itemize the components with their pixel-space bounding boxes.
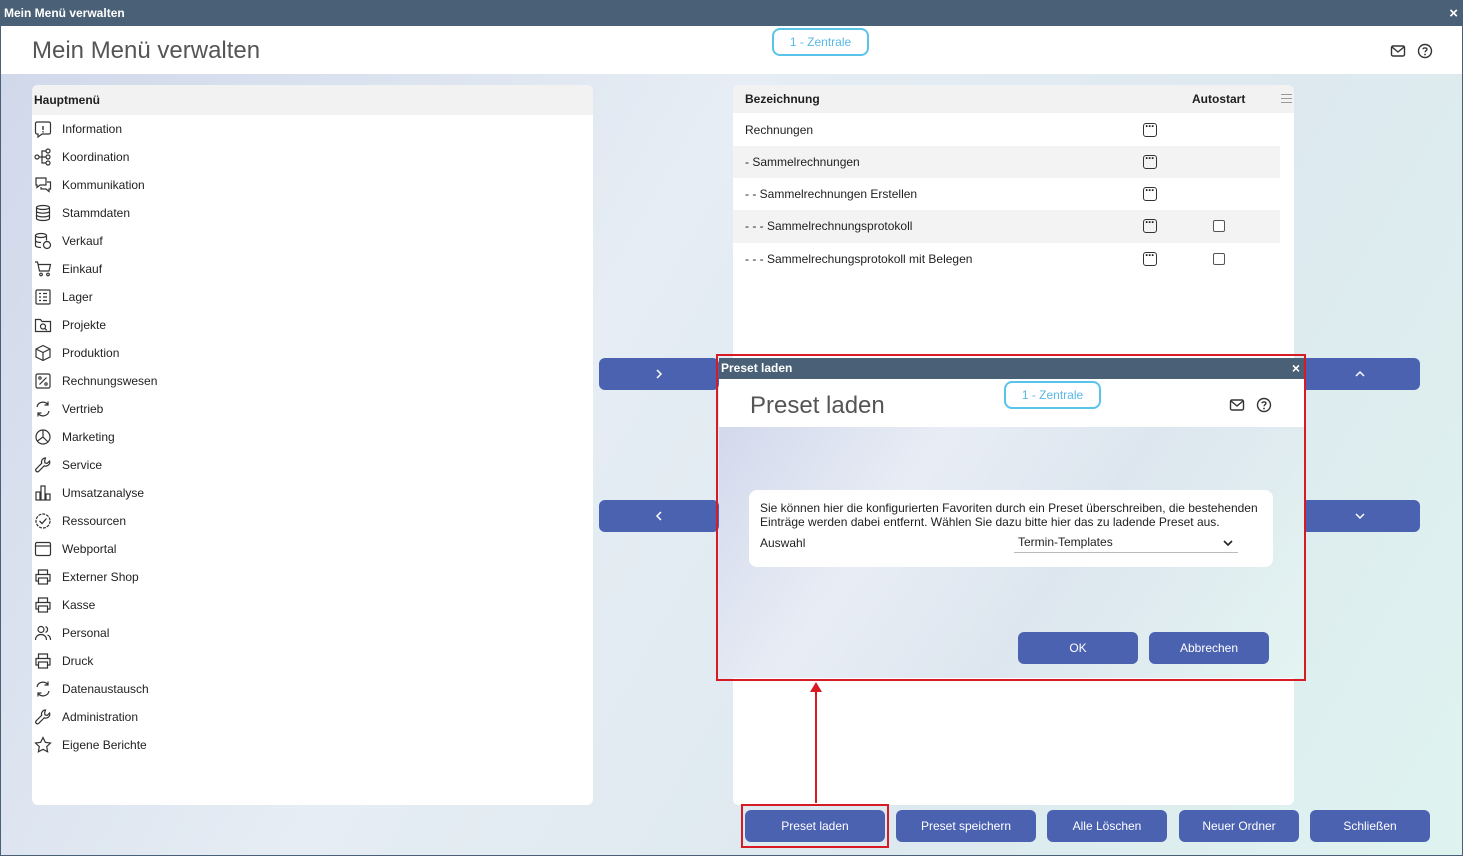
menu-item-marketing[interactable]: Marketing [32,423,593,451]
main-window: Mein Menü verwalten × Mein Menü verwalte… [0,0,1463,856]
chat-icon [35,177,52,193]
sales-icon [34,232,52,250]
move-left-button[interactable] [599,500,719,532]
table-row[interactable]: - Sammelrechnungen [733,146,1280,178]
move-down-button[interactable] [1300,500,1420,532]
highlight-dialog [716,354,1306,681]
mail-icon[interactable] [1390,43,1406,59]
browser-icon [34,541,52,557]
menu-item-koordination[interactable]: Koordination [32,143,593,171]
bar-chart-icon [35,485,51,501]
warehouse-icon [35,289,51,305]
window-title: Mein Menü verwalten [4,6,125,20]
menu-item-verkauf[interactable]: Verkauf [32,227,593,255]
autostart-checkbox[interactable] [1213,220,1225,232]
highlight-preset-laden [741,804,889,848]
move-up-button[interactable] [1300,358,1420,390]
cart-icon [35,261,52,277]
percent-icon [35,373,51,389]
folder-search-icon [34,318,52,333]
menu-item-projekte[interactable]: Projekte [32,311,593,339]
refresh-icon [36,681,50,697]
menu-item-information[interactable]: Information [32,115,593,143]
column-header-bezeichnung[interactable]: Bezeichnung [745,92,820,106]
chevron-right-icon [656,369,663,379]
autostart-checkbox[interactable] [1213,253,1225,265]
annotation-arrow-line [815,691,817,803]
main-menu-list: Information Koordination Kommunikation S… [32,115,593,759]
printer-icon [35,569,51,585]
more-options-icon[interactable] [1143,248,1157,266]
wrench-icon [35,709,51,725]
menu-item-eigene-berichte[interactable]: Eigene Berichte [32,731,593,759]
hierarchy-icon [34,148,51,166]
printer-icon [35,597,51,613]
refresh-icon [36,401,50,417]
menu-item-rechnungswesen[interactable]: Rechnungswesen [32,367,593,395]
menu-item-kasse[interactable]: Kasse [32,591,593,619]
preset-speichern-button[interactable]: Preset speichern [896,810,1036,842]
column-header-autostart[interactable]: Autostart [1192,92,1245,106]
column-menu-icon[interactable] [1281,94,1292,103]
menu-item-personal[interactable]: Personal [32,619,593,647]
table-row[interactable]: Rechnungen [733,114,1280,146]
help-icon[interactable] [1417,43,1433,59]
schliessen-button[interactable]: Schließen [1310,810,1430,842]
check-circle-icon [35,513,51,529]
wrench-icon [35,457,51,473]
box-icon [35,344,51,362]
main-menu-panel: Hauptmenü Information Koordination Kommu… [32,85,593,805]
more-options-icon[interactable] [1143,151,1157,169]
main-menu-heading: Hauptmenü [32,85,593,115]
page-title: Mein Menü verwalten [32,37,261,64]
menu-item-lager[interactable]: Lager [32,283,593,311]
menu-item-kommunikation[interactable]: Kommunikation [32,171,593,199]
star-icon [34,736,52,753]
menu-item-externer-shop[interactable]: Externer Shop [32,563,593,591]
menu-item-webportal[interactable]: Webportal [32,535,593,563]
page-header: Mein Menü verwalten 1 - Zentrale [1,26,1462,74]
chevron-down-icon [1355,513,1365,520]
menu-item-produktion[interactable]: Produktion [32,339,593,367]
annotation-arrow-head [810,682,822,692]
menu-item-einkauf[interactable]: Einkauf [32,255,593,283]
neuer-ordner-button[interactable]: Neuer Ordner [1179,810,1299,842]
menu-item-umsatzanalyse[interactable]: Umsatzanalyse [32,479,593,507]
menu-item-stammdaten[interactable]: Stammdaten [32,199,593,227]
menu-item-administration[interactable]: Administration [32,703,593,731]
info-icon [34,121,52,138]
menu-item-ressourcen[interactable]: Ressourcen [32,507,593,535]
table-row[interactable]: - - - Sammelrechnungsprotokoll [733,210,1280,243]
move-right-button[interactable] [599,358,719,390]
table-row[interactable]: - - - Sammelrechungsprotokoll mit Belege… [733,243,1280,276]
more-options-icon[interactable] [1143,215,1157,233]
chevron-left-icon [655,511,662,521]
menu-item-service[interactable]: Service [32,451,593,479]
printer-icon [35,653,51,669]
pie-chart-icon [35,429,51,445]
menu-item-vertrieb[interactable]: Vertrieb [32,395,593,423]
window-close-button[interactable]: × [1449,1,1458,26]
my-menu-table-header: Bezeichnung Autostart [733,85,1294,113]
window-titlebar: Mein Menü verwalten × [1,1,1462,26]
database-icon [35,204,51,222]
table-row[interactable]: - - Sammelrechnungen Erstellen [733,178,1280,210]
branch-badge[interactable]: 1 - Zentrale [772,28,869,56]
menu-item-druck[interactable]: Druck [32,647,593,675]
more-options-icon[interactable] [1143,119,1157,137]
users-icon [34,625,52,641]
more-options-icon[interactable] [1143,183,1157,201]
chevron-up-icon [1355,370,1365,377]
alle-loeschen-button[interactable]: Alle Löschen [1047,810,1167,842]
menu-item-datenaustausch[interactable]: Datenaustausch [32,675,593,703]
